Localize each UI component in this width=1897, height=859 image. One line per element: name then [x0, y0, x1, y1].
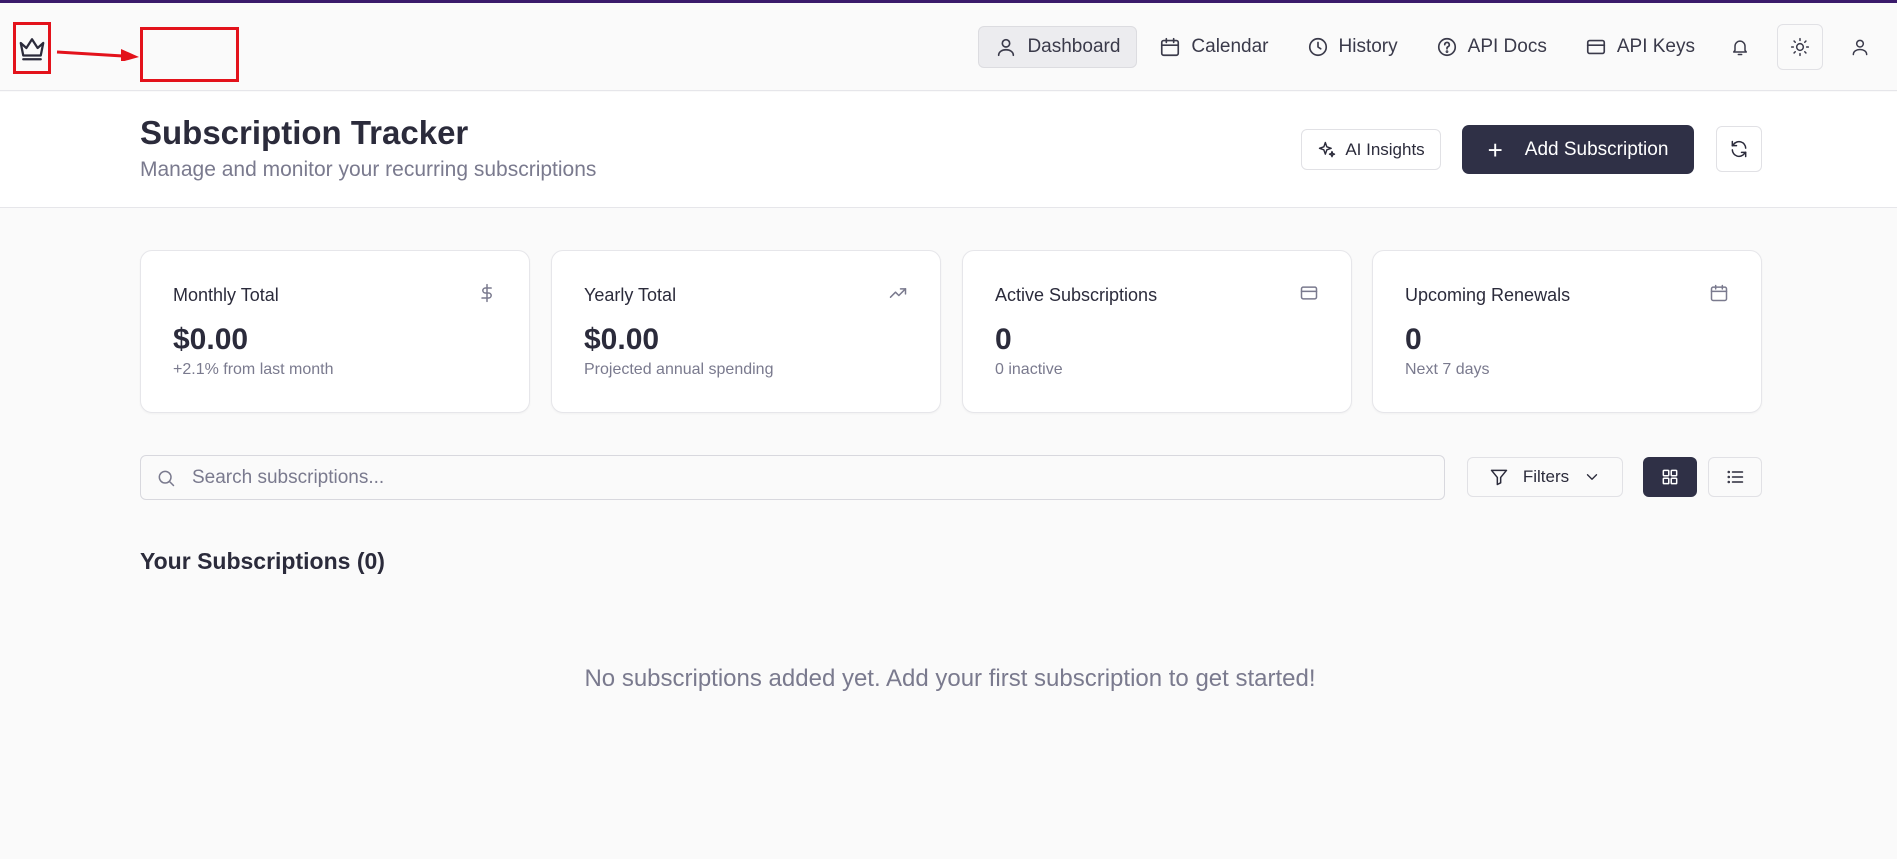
stat-value: $0.00: [173, 323, 249, 356]
chevron-down-icon: [1586, 474, 1598, 480]
ai-insights-label: AI Insights: [1345, 139, 1425, 159]
stat-title: Yearly Total: [584, 285, 677, 305]
credit-card-icon: [1299, 283, 1319, 303]
credit-card-icon: [1586, 39, 1605, 55]
page-header: Subscription Tracker Manage and monitor …: [0, 92, 1897, 208]
profile-button[interactable]: [1837, 24, 1883, 70]
nav-links: Dashboard Calendar History API Docs API …: [978, 3, 1897, 91]
annotation-box: [140, 27, 239, 82]
notifications-button[interactable]: [1717, 24, 1763, 70]
search-icon: [158, 470, 175, 486]
ai-insights-button[interactable]: AI Insights: [1301, 129, 1441, 170]
stat-subtext: +2.1% from last month: [173, 361, 334, 378]
search-input[interactable]: [192, 466, 1392, 489]
nav-history-label: History: [1338, 36, 1398, 57]
page-subtitle: Manage and monitor your recurring subscr…: [140, 158, 597, 181]
stat-card-yearly-total: Yearly Total $0.00 Projected annual spen…: [551, 250, 941, 413]
trending-up-icon: [888, 283, 908, 303]
stat-title: Active Subscriptions: [995, 285, 1158, 305]
nav-dashboard-label: Dashboard: [1027, 36, 1121, 57]
stat-subtext: Projected annual spending: [584, 361, 774, 378]
stat-title: Upcoming Renewals: [1405, 285, 1571, 305]
stat-value: $0.00: [584, 323, 660, 356]
user-icon: [998, 38, 1015, 57]
search-box: [140, 455, 1445, 500]
plus-icon: +: [1487, 134, 1503, 165]
stat-value: 0: [995, 323, 1012, 356]
nav-api-docs[interactable]: API Docs: [1420, 26, 1563, 68]
filters-label: Filters: [1522, 467, 1570, 486]
calendar-icon: [1161, 37, 1180, 57]
add-subscription-button[interactable]: + Add Subscription: [1462, 125, 1694, 174]
nav-calendar[interactable]: Calendar: [1143, 26, 1284, 68]
nav-api-keys[interactable]: API Keys: [1569, 26, 1711, 68]
stat-title: Monthly Total: [173, 285, 279, 305]
filters-button[interactable]: Filters: [1467, 457, 1623, 497]
annotation-arrow: [56, 49, 139, 61]
filter-icon: [1490, 469, 1508, 486]
nav-api-keys-label: API Keys: [1616, 36, 1695, 57]
stat-subtext: Next 7 days: [1405, 361, 1490, 378]
subscriptions-heading: Your Subscriptions (0): [140, 548, 385, 574]
clock-icon: [1308, 37, 1327, 57]
refresh-icon: [1731, 140, 1747, 158]
logo[interactable]: [13, 22, 51, 74]
user-icon: [1852, 39, 1868, 56]
grid-icon: [1662, 469, 1678, 485]
page-title: Subscription Tracker: [140, 114, 469, 151]
stat-card-active-subscriptions: Active Subscriptions 0 0 inactive: [962, 250, 1352, 413]
empty-state-message: No subscriptions added yet. Add your fir…: [584, 665, 1316, 692]
nav-history[interactable]: History: [1291, 26, 1414, 68]
top-navbar: Dashboard Calendar History API Docs API …: [0, 3, 1897, 91]
help-circle-icon: [1437, 37, 1456, 57]
list-view-button[interactable]: [1708, 457, 1762, 497]
nav-calendar-label: Calendar: [1191, 36, 1269, 57]
sun-icon: [1790, 37, 1810, 57]
bell-icon: [1733, 40, 1747, 56]
list-icon: [1727, 470, 1744, 484]
refresh-button[interactable]: [1716, 126, 1762, 172]
stat-card-upcoming-renewals: Upcoming Renewals 0 Next 7 days: [1372, 250, 1762, 413]
nav-api-docs-label: API Docs: [1467, 36, 1547, 57]
crown-icon: [19, 38, 45, 61]
dollar-icon: [477, 283, 497, 303]
calendar-icon: [1709, 283, 1729, 303]
sparkles-icon: [1319, 141, 1336, 157]
theme-toggle-button[interactable]: [1777, 24, 1823, 70]
grid-view-button[interactable]: [1643, 457, 1697, 497]
stat-value: 0: [1405, 323, 1422, 356]
add-subscription-label: Add Subscription: [1524, 138, 1669, 160]
stat-card-monthly-total: Monthly Total $0.00 +2.1% from last mont…: [140, 250, 530, 413]
nav-dashboard[interactable]: Dashboard: [978, 26, 1138, 68]
stat-subtext: 0 inactive: [995, 361, 1063, 378]
